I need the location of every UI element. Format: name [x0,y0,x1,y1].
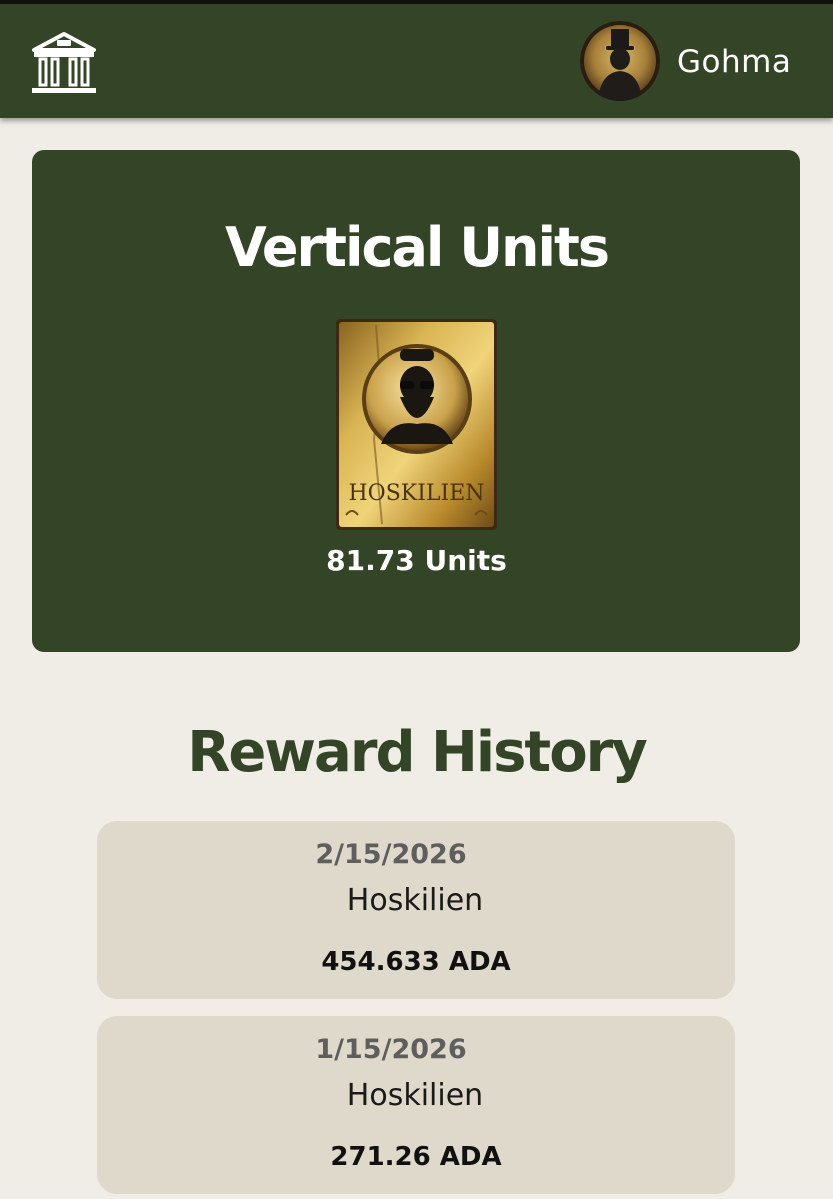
units-title: Vertical Units [225,216,610,279]
top-hat-silhouette-avatar [580,21,660,101]
reward-history-item[interactable]: 1/15/2026 Hoskilien 271.26 ADA [97,1016,735,1194]
reward-history-item[interactable]: 2/15/2026 Hoskilien 454.633 ADA [97,821,735,999]
reward-token-name: Hoskilien [346,883,484,918]
reward-amount: 454.633 ADA [321,947,511,977]
reward-date: 1/15/2026 [315,1034,467,1065]
reward-amount: 271.26 ADA [330,1142,502,1172]
token-label: HOSKILIEN [348,481,484,506]
reward-token-name: Hoskilien [346,1078,484,1113]
username: Gohma [677,44,792,80]
app-header: Gohma [0,4,833,118]
units-amount: 81.73 Units [326,544,507,577]
reward-date: 2/15/2026 [315,839,467,870]
user-avatar[interactable] [580,21,660,101]
bank-building-icon[interactable] [30,30,98,96]
reward-history-title: Reward History [187,720,648,785]
hoskilien-token-art[interactable]: HOSKILIEN [336,319,497,530]
